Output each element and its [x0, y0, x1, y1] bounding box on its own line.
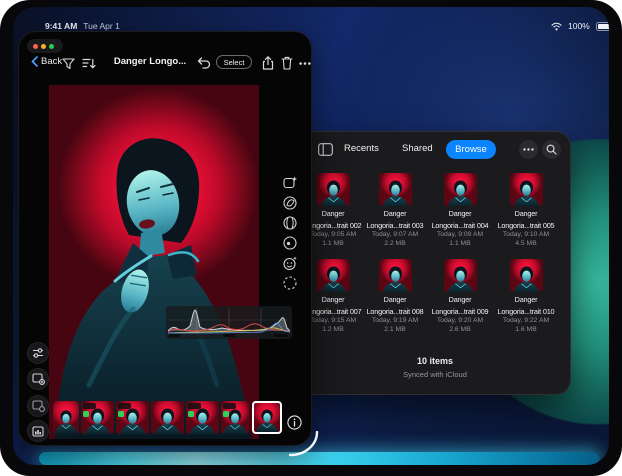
adjust-tool-button[interactable]	[281, 214, 299, 232]
filters-icon	[282, 195, 298, 211]
ipad-device: 9:41 AM Tue Apr 1 100% Recents Shared Br…	[0, 0, 622, 476]
sort-lines-icon	[82, 57, 96, 70]
wallpaper: 9:41 AM Tue Apr 1 100% Recents Shared Br…	[13, 7, 609, 465]
wallpaper-glow-strip	[39, 452, 599, 465]
file-item[interactable]: Danger Longoria...trait 004 Today, 9:09 …	[429, 173, 491, 248]
stack-badge	[188, 403, 201, 409]
file-item[interactable]: Danger Longoria...trait 009 Today, 9:20 …	[429, 259, 491, 334]
compare-icon	[32, 400, 45, 412]
back-button[interactable]: Back	[31, 56, 62, 67]
filters-tool-button[interactable]	[281, 194, 299, 212]
files-browser-window: Recents Shared Browse Danger Longoria...…	[299, 131, 571, 395]
adjust-icon	[282, 215, 298, 231]
filmstrip-thumbnail-selected[interactable]	[252, 401, 282, 434]
item-count-label: 10 items	[300, 356, 570, 366]
zoom-window-button[interactable]	[49, 44, 54, 49]
filter-button[interactable]	[60, 55, 76, 71]
ellipsis-icon	[299, 62, 311, 65]
file-item[interactable]: Danger Longoria...trait 008 Today, 9:19 …	[364, 259, 426, 334]
heal-icon	[282, 235, 298, 251]
filmstrip-thumbnail[interactable]	[81, 401, 114, 434]
window-resize-handle[interactable]	[289, 431, 319, 457]
file-thumbnail	[379, 173, 412, 206]
share-icon	[262, 56, 274, 70]
file-thumbnail	[379, 259, 412, 292]
funnel-icon	[62, 57, 75, 70]
close-window-button[interactable]	[33, 44, 38, 49]
battery-percent: 100%	[568, 21, 590, 31]
edited-badge	[223, 411, 229, 417]
sliders-icon	[32, 347, 44, 359]
status-bar-left: 9:41 AM Tue Apr 1	[45, 21, 120, 31]
file-item[interactable]: Danger Longoria...trait 010 Today, 9:22 …	[495, 259, 557, 334]
dashed-circle-icon	[282, 275, 298, 291]
file-thumbnail	[317, 259, 350, 292]
stack-badge	[83, 403, 96, 409]
stack-badge	[223, 403, 236, 409]
edited-badge	[188, 411, 194, 417]
retouch-tool-button[interactable]	[281, 254, 299, 272]
chevron-left-icon	[31, 56, 38, 67]
sidebar-toggle-button[interactable]	[318, 143, 333, 161]
tab-browse[interactable]: Browse	[446, 140, 496, 159]
filmstrip-thumbnail[interactable]	[151, 401, 184, 434]
trash-icon	[281, 56, 293, 70]
file-thumbnail	[444, 173, 477, 206]
tab-recents[interactable]: Recents	[344, 143, 379, 154]
selection-tool-button[interactable]	[281, 274, 299, 292]
sort-button[interactable]	[81, 55, 97, 71]
search-button[interactable]	[542, 140, 561, 159]
heal-tool-button[interactable]	[281, 234, 299, 252]
edited-badge	[83, 411, 89, 417]
histogram-panel	[166, 306, 292, 339]
histogram-curves	[166, 306, 292, 339]
tab-shared[interactable]: Shared	[402, 143, 433, 154]
file-item[interactable]: Danger Longoria...trait 005 Today, 9:10 …	[495, 173, 557, 248]
filmstrip-thumbnail[interactable]	[221, 401, 249, 434]
file-thumbnail	[510, 173, 543, 206]
info-icon	[287, 415, 302, 430]
gallery-icon	[32, 426, 44, 437]
file-item[interactable]: Danger Longoria...trait 003 Today, 9:07 …	[364, 173, 426, 248]
status-date: Tue Apr 1	[83, 21, 120, 31]
icloud-sync-status: Synced with iCloud	[300, 370, 570, 379]
select-button[interactable]: Select	[216, 55, 252, 69]
clock: 9:41 AM	[45, 21, 77, 31]
delete-button[interactable]	[279, 55, 295, 71]
photo-editor-window: Back Danger Longo... Select	[18, 31, 312, 446]
photo-canvas[interactable]	[49, 85, 259, 439]
portrait-artwork	[49, 85, 259, 439]
document-title: Danger Longo...	[106, 56, 194, 67]
filmstrip-thumbnail[interactable]	[186, 401, 219, 434]
file-thumbnail	[510, 259, 543, 292]
battery-icon	[596, 22, 609, 31]
enhance-icon	[282, 175, 298, 191]
more-menu-button[interactable]	[297, 55, 313, 71]
versions-button[interactable]	[27, 368, 49, 390]
stack-badge	[118, 403, 131, 409]
tune-button[interactable]	[27, 342, 49, 364]
info-button[interactable]	[286, 414, 302, 430]
filmstrip-thumbnail[interactable]	[116, 401, 149, 434]
status-bar-right: 100%	[551, 21, 609, 31]
undo-button[interactable]	[196, 55, 212, 71]
enhance-tool-button[interactable]	[281, 174, 299, 192]
file-thumbnail	[444, 259, 477, 292]
retouch-face-icon	[282, 255, 298, 271]
undo-arrow-icon	[197, 57, 211, 69]
window-controls[interactable]	[27, 39, 63, 53]
minimize-window-button[interactable]	[41, 44, 46, 49]
share-button[interactable]	[260, 55, 276, 71]
filmstrip-thumbnail[interactable]	[53, 401, 79, 434]
more-options-button[interactable]	[519, 140, 538, 159]
gallery-button[interactable]	[27, 420, 49, 442]
wifi-icon	[551, 22, 562, 31]
file-thumbnail	[317, 173, 350, 206]
edited-badge	[118, 411, 124, 417]
compare-button[interactable]	[27, 395, 49, 417]
versions-icon	[32, 373, 45, 385]
